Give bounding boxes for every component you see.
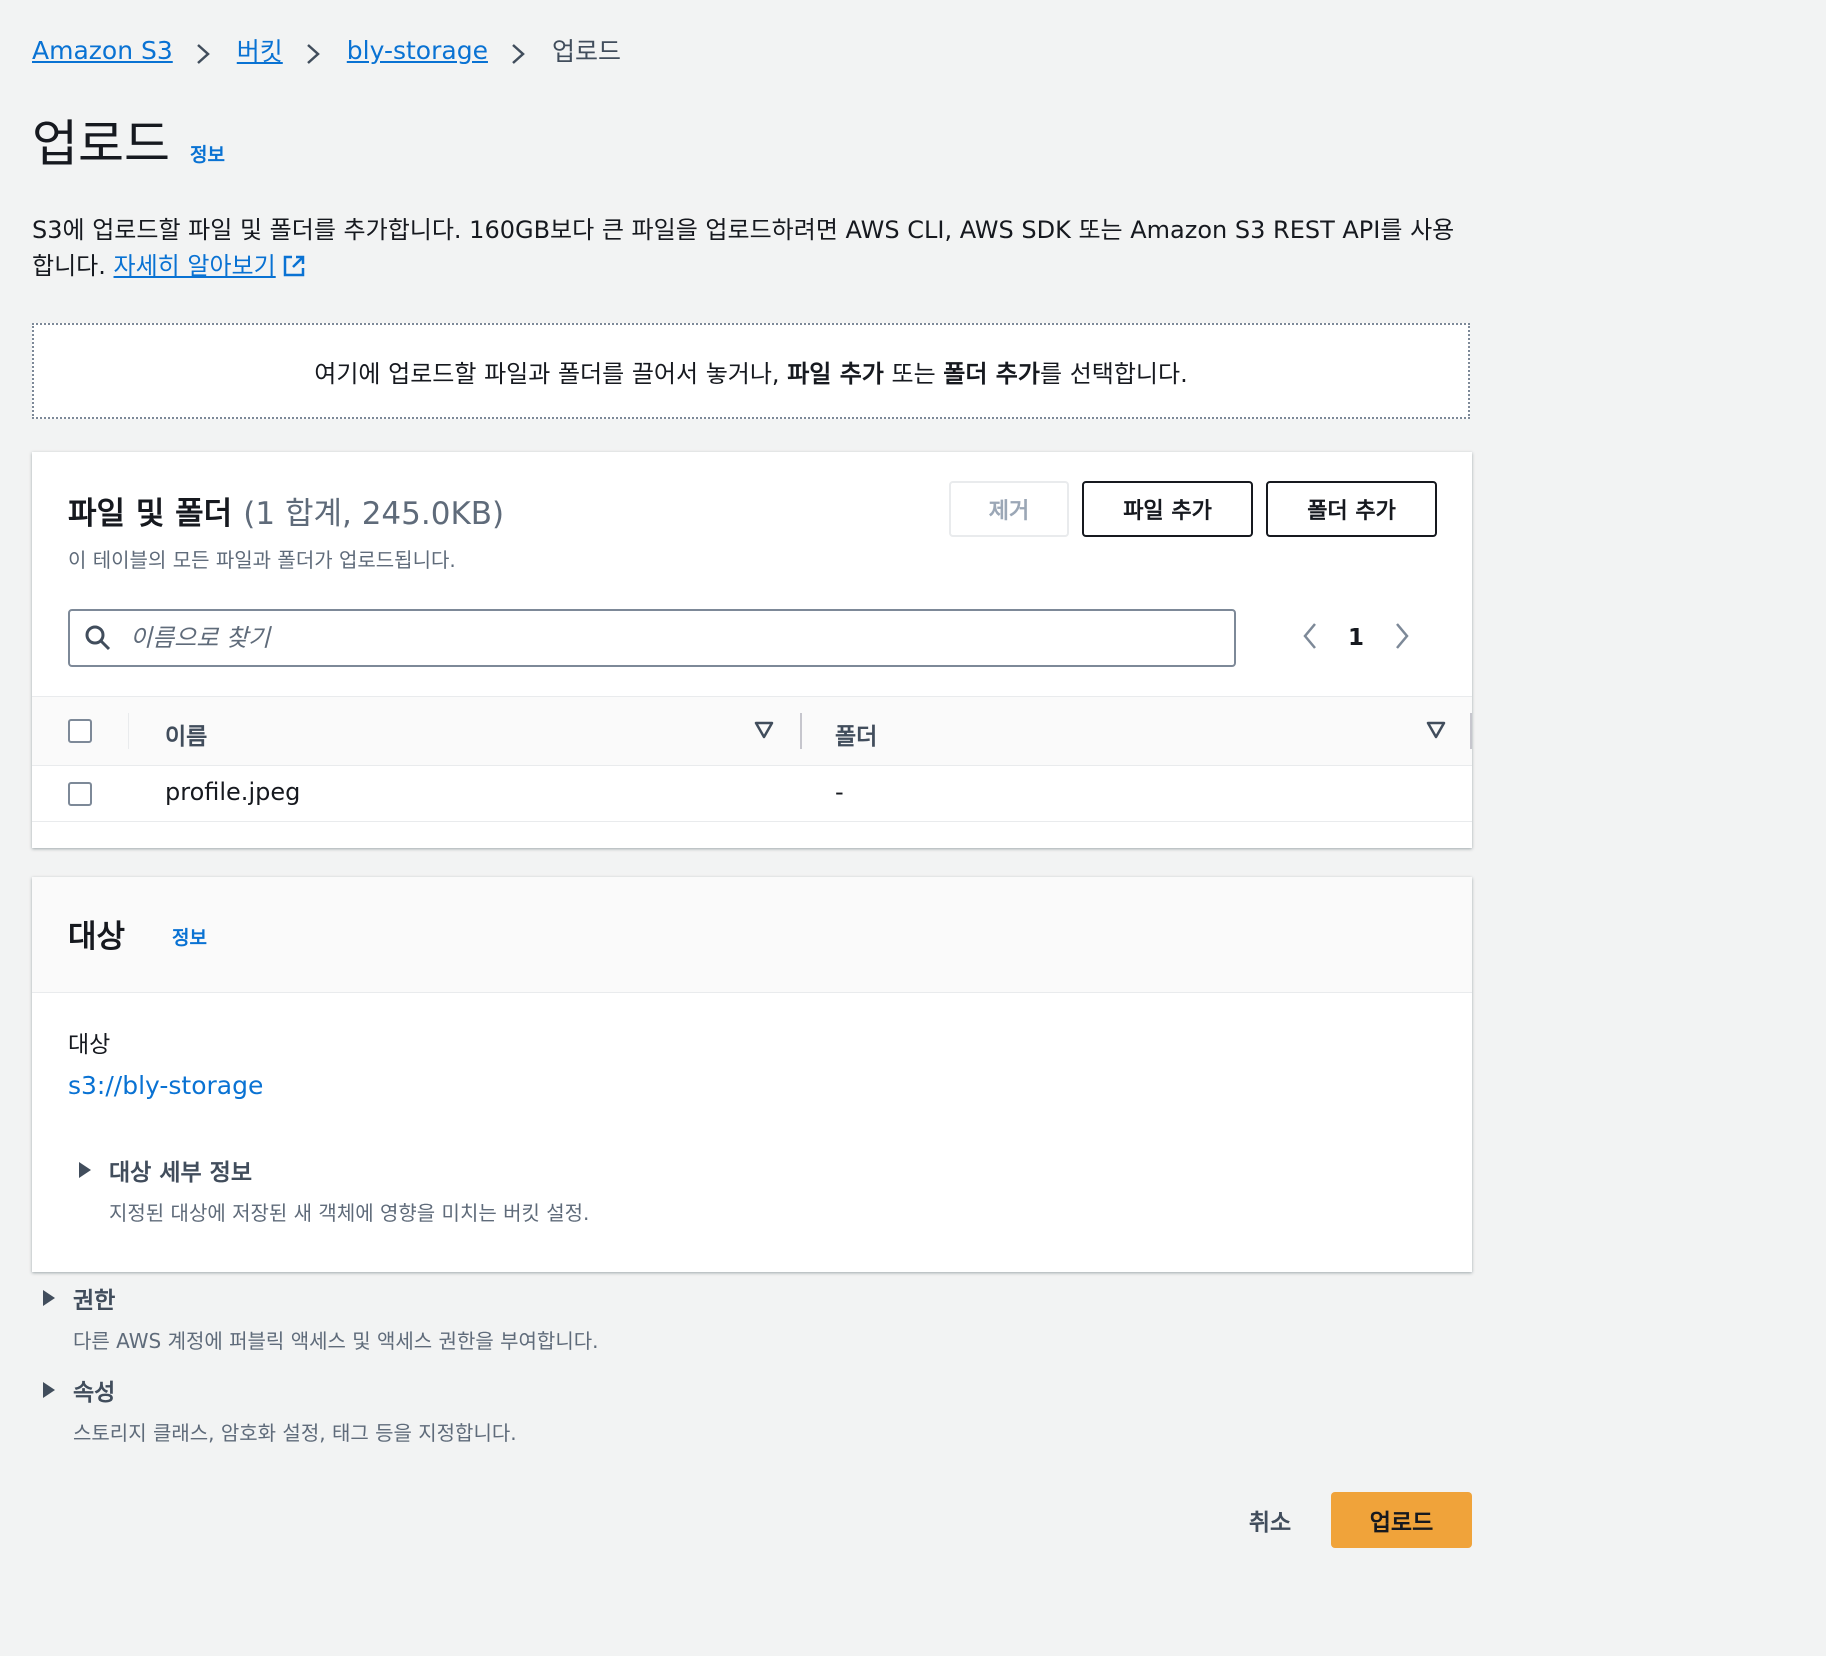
learn-more-label: 자세히 알아보기 bbox=[113, 252, 276, 280]
dropzone-add-folder: 폴더 추가 bbox=[943, 359, 1040, 388]
destination-details-subtitle: 지정된 대상에 저장된 새 객체에 영향을 미치는 버킷 설정. bbox=[109, 1201, 590, 1225]
select-all-checkbox[interactable] bbox=[68, 719, 92, 743]
search-box bbox=[68, 609, 1236, 667]
properties-title: 속성 bbox=[73, 1380, 116, 1406]
upload-button[interactable]: 업로드 bbox=[1331, 1492, 1472, 1548]
cancel-button[interactable]: 취소 bbox=[1222, 1492, 1318, 1548]
destination-panel: 대상 정보 대상 s3://bly-storage 대상 세부 정보 지정된 대… bbox=[32, 877, 1472, 1272]
destination-title: 대상 bbox=[68, 919, 126, 955]
files-count: (1 합계, 245.0KB) bbox=[243, 496, 505, 532]
page-number[interactable]: 1 bbox=[1348, 625, 1364, 651]
table-row[interactable]: profile.jpeg - bbox=[32, 766, 1472, 822]
permissions-text: 권한 다른 AWS 계정에 퍼블릭 액세스 및 액세스 권한을 부여합니다. bbox=[73, 1281, 598, 1354]
external-link-icon bbox=[282, 252, 306, 288]
breadcrumb-amazon-s3[interactable]: Amazon S3 bbox=[32, 36, 173, 65]
add-folder-button[interactable]: 폴더 추가 bbox=[1266, 481, 1437, 537]
previous-page-icon[interactable] bbox=[1302, 621, 1318, 655]
search-input[interactable] bbox=[128, 623, 1192, 653]
destination-value-link[interactable]: s3://bly-storage bbox=[68, 1071, 263, 1100]
dropzone-suffix: 를 선택합니다. bbox=[1039, 359, 1188, 388]
breadcrumb-current: 업로드 bbox=[551, 37, 621, 66]
table-header: 이름 폴더 bbox=[32, 696, 1472, 766]
breadcrumb-bucket-name[interactable]: bly-storage bbox=[347, 36, 488, 65]
learn-more-link[interactable]: 자세히 알아보기 bbox=[114, 252, 276, 280]
column-header-name[interactable]: 이름 bbox=[165, 717, 207, 751]
page-description: S3에 업로드할 파일 및 폴더를 추가합니다. 160GB보다 큰 파일을 업… bbox=[32, 212, 1472, 288]
info-link[interactable]: 정보 bbox=[190, 140, 225, 167]
files-panel: 파일 및 폴더 (1 합계, 245.0KB) 이 테이블의 모든 파일과 폴더… bbox=[32, 452, 1472, 848]
properties-expander[interactable]: 속성 스토리지 클래스, 암호화 설정, 태그 등을 지정합니다. bbox=[41, 1373, 517, 1446]
sort-down-icon[interactable] bbox=[1426, 721, 1446, 743]
chevron-right-icon bbox=[510, 42, 526, 64]
files-subtitle: 이 테이블의 모든 파일과 폴더가 업로드됩니다. bbox=[68, 548, 456, 572]
upload-dropzone[interactable]: 여기에 업로드할 파일과 폴더를 끌어서 놓거나, 파일 추가 또는 폴더 추가… bbox=[32, 323, 1470, 419]
add-files-button[interactable]: 파일 추가 bbox=[1082, 481, 1253, 537]
page-title: 업로드 bbox=[32, 115, 170, 173]
caret-right-icon bbox=[41, 1373, 61, 1403]
destination-details-text: 대상 세부 정보 지정된 대상에 저장된 새 객체에 영향을 미치는 버킷 설정… bbox=[109, 1153, 589, 1226]
destination-header: 대상 정보 bbox=[32, 877, 1472, 993]
page-header: 업로드 정보 bbox=[32, 104, 225, 176]
dropzone-text: 여기에 업로드할 파일과 폴더를 끌어서 놓거나, 파일 추가 또는 폴더 추가… bbox=[314, 354, 1187, 389]
dropzone-prefix: 여기에 업로드할 파일과 폴더를 끌어서 놓거나, bbox=[314, 359, 788, 388]
destination-details-title: 대상 세부 정보 bbox=[109, 1160, 252, 1186]
destination-label: 대상 bbox=[68, 1032, 111, 1058]
destination-info-link[interactable]: 정보 bbox=[172, 923, 207, 950]
destination-details-expander[interactable]: 대상 세부 정보 지정된 대상에 저장된 새 객체에 영향을 미치는 버킷 설정… bbox=[77, 1153, 589, 1226]
files-title: 파일 및 폴더 bbox=[68, 496, 233, 532]
permissions-expander[interactable]: 권한 다른 AWS 계정에 퍼블릭 액세스 및 액세스 권한을 부여합니다. bbox=[41, 1281, 598, 1354]
caret-right-icon bbox=[41, 1281, 61, 1311]
search-icon bbox=[84, 624, 112, 652]
file-name: profile.jpeg bbox=[165, 778, 301, 806]
column-divider bbox=[128, 713, 129, 749]
breadcrumb: Amazon S3 버킷 bly-storage 업로드 bbox=[32, 30, 621, 70]
pagination: 1 bbox=[1302, 616, 1410, 660]
permissions-title: 권한 bbox=[73, 1288, 116, 1314]
row-checkbox[interactable] bbox=[68, 782, 92, 806]
column-resizer[interactable] bbox=[1470, 713, 1472, 749]
remove-button[interactable]: 제거 bbox=[949, 481, 1069, 537]
column-resizer[interactable] bbox=[800, 713, 802, 749]
chevron-right-icon bbox=[305, 42, 321, 64]
file-folder: - bbox=[835, 778, 844, 806]
properties-subtitle: 스토리지 클래스, 암호화 설정, 태그 등을 지정합니다. bbox=[73, 1421, 517, 1445]
permissions-subtitle: 다른 AWS 계정에 퍼블릭 액세스 및 액세스 권한을 부여합니다. bbox=[73, 1329, 599, 1353]
files-header: 파일 및 폴더 (1 합계, 245.0KB) bbox=[68, 488, 504, 533]
dropzone-middle: 또는 bbox=[883, 359, 944, 388]
sort-down-icon[interactable] bbox=[754, 721, 774, 743]
properties-text: 속성 스토리지 클래스, 암호화 설정, 태그 등을 지정합니다. bbox=[73, 1373, 517, 1446]
caret-right-icon bbox=[77, 1153, 97, 1183]
next-page-icon[interactable] bbox=[1394, 621, 1410, 655]
chevron-right-icon bbox=[195, 42, 211, 64]
column-header-folder[interactable]: 폴더 bbox=[835, 717, 877, 751]
dropzone-add-files: 파일 추가 bbox=[787, 359, 884, 388]
breadcrumb-buckets[interactable]: 버킷 bbox=[237, 32, 283, 68]
